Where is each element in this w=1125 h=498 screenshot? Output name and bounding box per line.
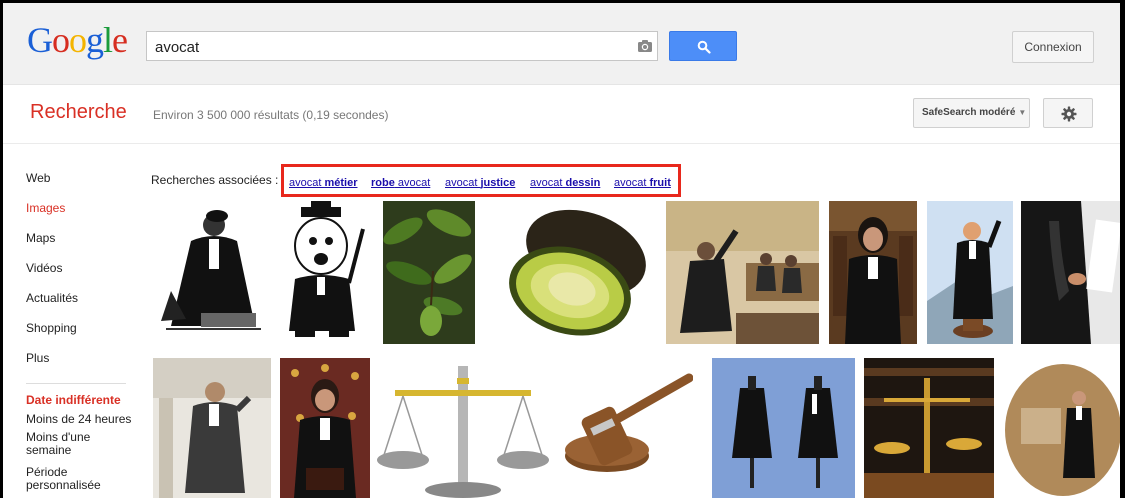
divider [3,143,1120,144]
page-title: Recherche [30,101,127,123]
image-result-lawyer-illustration[interactable] [1003,358,1120,498]
safesearch-label: SafeSearch modéré [922,107,1016,118]
result-stats: Environ 3 500 000 résultats (0,19 second… [153,108,389,122]
related-searches-highlight: avocat métier robe avocat avocat justice… [281,164,681,197]
sidebar-item-images[interactable]: Images [26,201,65,215]
image-result-avocado-fruit[interactable] [486,201,658,344]
safesearch-dropdown[interactable]: SafeSearch modéré ▼ [913,98,1030,128]
image-result-lawyer-figurine[interactable] [927,201,1013,344]
related-link[interactable]: avocat métier [289,177,358,189]
settings-button[interactable] [1043,98,1093,128]
image-result-avocado-tree[interactable] [383,201,475,344]
image-result-courtroom-painting[interactable] [666,201,819,344]
image-result-cartoon-lawyer[interactable] [275,201,373,344]
related-searches-label: Recherches associées : [151,173,279,187]
google-logo[interactable]: Google [27,22,128,58]
related-link[interactable]: robe avocat [371,177,430,189]
search-button[interactable] [669,31,737,61]
image-result-lawyer-sketch[interactable] [151,201,269,344]
sidebar-item-shopping[interactable]: Shopping [26,321,77,335]
date-filter-custom[interactable]: Période personnalisée [26,466,116,492]
image-result-justice-scales[interactable] [375,358,551,498]
sign-in-button[interactable]: Connexion [1012,31,1094,63]
browser-page: Google Connexion Recherche Environ 3 500… [3,3,1120,498]
image-result-gavel[interactable] [559,358,693,498]
image-result-woman-lawyer[interactable] [829,201,917,344]
search-box[interactable] [146,31,658,61]
chevron-down-icon: ▼ [1018,108,1027,117]
date-filter-24h[interactable]: Moins de 24 heures [26,413,131,426]
search-icon [697,40,711,54]
sidebar-item-plus[interactable]: Plus [26,351,49,365]
image-result-woman-lawyer-chair[interactable] [280,358,370,498]
image-result-scales-library[interactable] [864,358,994,498]
gear-icon [1061,106,1077,122]
date-filter-week[interactable]: Moins d'une semaine [26,431,116,457]
sidebar-item-videos[interactable]: Vidéos [26,261,62,275]
sidebar-divider [26,383,126,384]
header-bar: Google Connexion [3,3,1120,85]
related-link[interactable]: avocat dessin [530,177,600,189]
search-input[interactable] [155,38,625,56]
related-link[interactable]: avocat justice [445,177,515,189]
sidebar-item-actualites[interactable]: Actualités [26,291,78,305]
sidebar-item-web[interactable]: Web [26,171,50,185]
image-result-robe-close[interactable] [1021,201,1120,344]
sidebar-item-maps[interactable]: Maps [26,231,55,245]
camera-icon[interactable] [637,39,653,53]
image-result-robes-on-stands[interactable] [712,358,855,498]
related-link[interactable]: avocat fruit [614,177,671,189]
date-filter-title[interactable]: Date indifférente [26,393,121,407]
image-result-lawyer-drawing[interactable] [153,358,271,498]
